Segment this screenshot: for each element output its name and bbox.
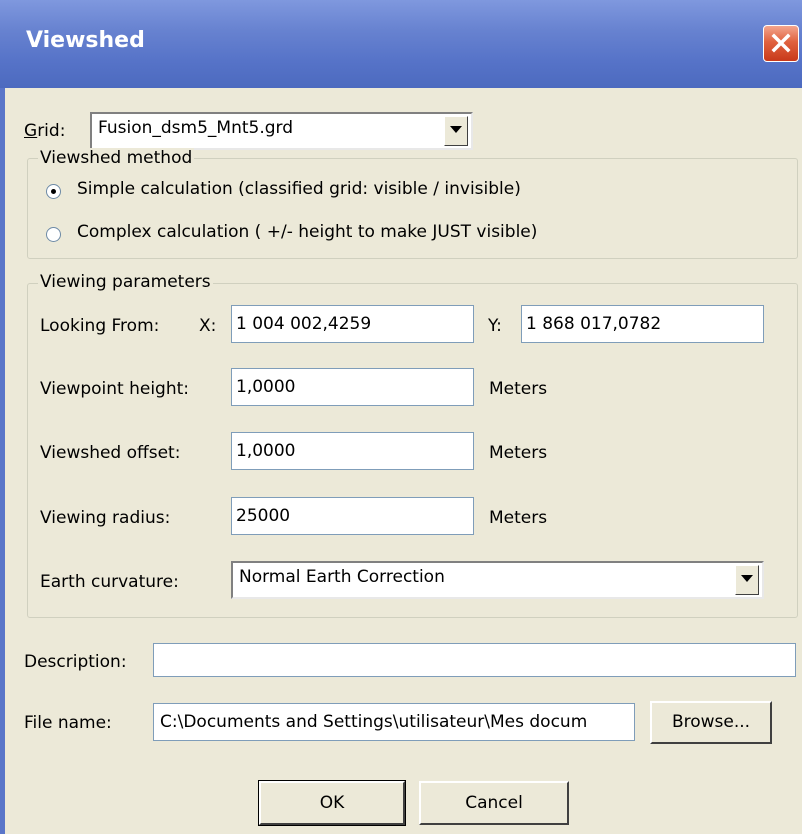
earth-curvature-value: Normal Earth Correction [239,567,445,587]
complex-calculation-radio[interactable] [46,227,61,242]
file-name-label: File name: [24,713,112,733]
close-button[interactable] [763,25,799,62]
grid-select[interactable]: Fusion_dsm5_Mnt5.grd [90,112,473,150]
simple-calculation-label[interactable]: Simple calculation (classified grid: vis… [77,179,521,199]
grid-label: Grid: [24,121,66,141]
description-input[interactable] [153,643,796,677]
chevron-down-icon[interactable] [735,565,759,595]
viewpoint-height-unit: Meters [489,379,548,399]
radio-selected-dot [51,189,56,194]
y-coordinate-input[interactable]: 1 868 017,0782 [521,305,764,343]
simple-calculation-radio[interactable] [46,184,61,199]
earth-curvature-label: Earth curvature: [40,572,179,592]
viewing-radius-label: Viewing radius: [40,508,171,528]
window-left-border [0,88,5,834]
viewshed-offset-input[interactable]: 1,0000 [231,432,474,470]
viewshed-method-group [27,158,798,259]
viewing-parameters-title: Viewing parameters [38,272,213,292]
viewpoint-height-label: Viewpoint height: [40,379,190,399]
y-label: Y: [488,316,502,336]
viewshed-method-title: Viewshed method [38,148,195,168]
file-name-input[interactable]: C:\Documents and Settings\utilisateur\Me… [153,703,635,741]
ok-button[interactable]: OK [258,780,406,826]
viewshed-offset-unit: Meters [489,443,548,463]
viewshed-offset-label: Viewshed offset: [40,443,181,463]
viewing-radius-unit: Meters [489,508,548,528]
earth-curvature-select[interactable]: Normal Earth Correction [231,561,764,599]
chevron-down-icon[interactable] [444,116,468,146]
x-coordinate-input[interactable]: 1 004 002,4259 [231,305,474,343]
description-label: Description: [24,652,127,672]
viewpoint-height-input[interactable]: 1,0000 [231,368,474,406]
window-title: Viewshed [26,28,145,53]
looking-from-label: Looking From: [40,316,160,336]
cancel-button[interactable]: Cancel [419,781,569,825]
viewing-radius-input[interactable]: 25000 [231,497,474,535]
browse-button[interactable]: Browse... [650,701,772,744]
close-icon [771,33,791,53]
x-label: X: [199,316,217,336]
grid-select-value: Fusion_dsm5_Mnt5.grd [98,118,294,138]
title-bar: Viewshed [0,0,802,88]
complex-calculation-label[interactable]: Complex calculation ( +/- height to make… [77,222,537,242]
